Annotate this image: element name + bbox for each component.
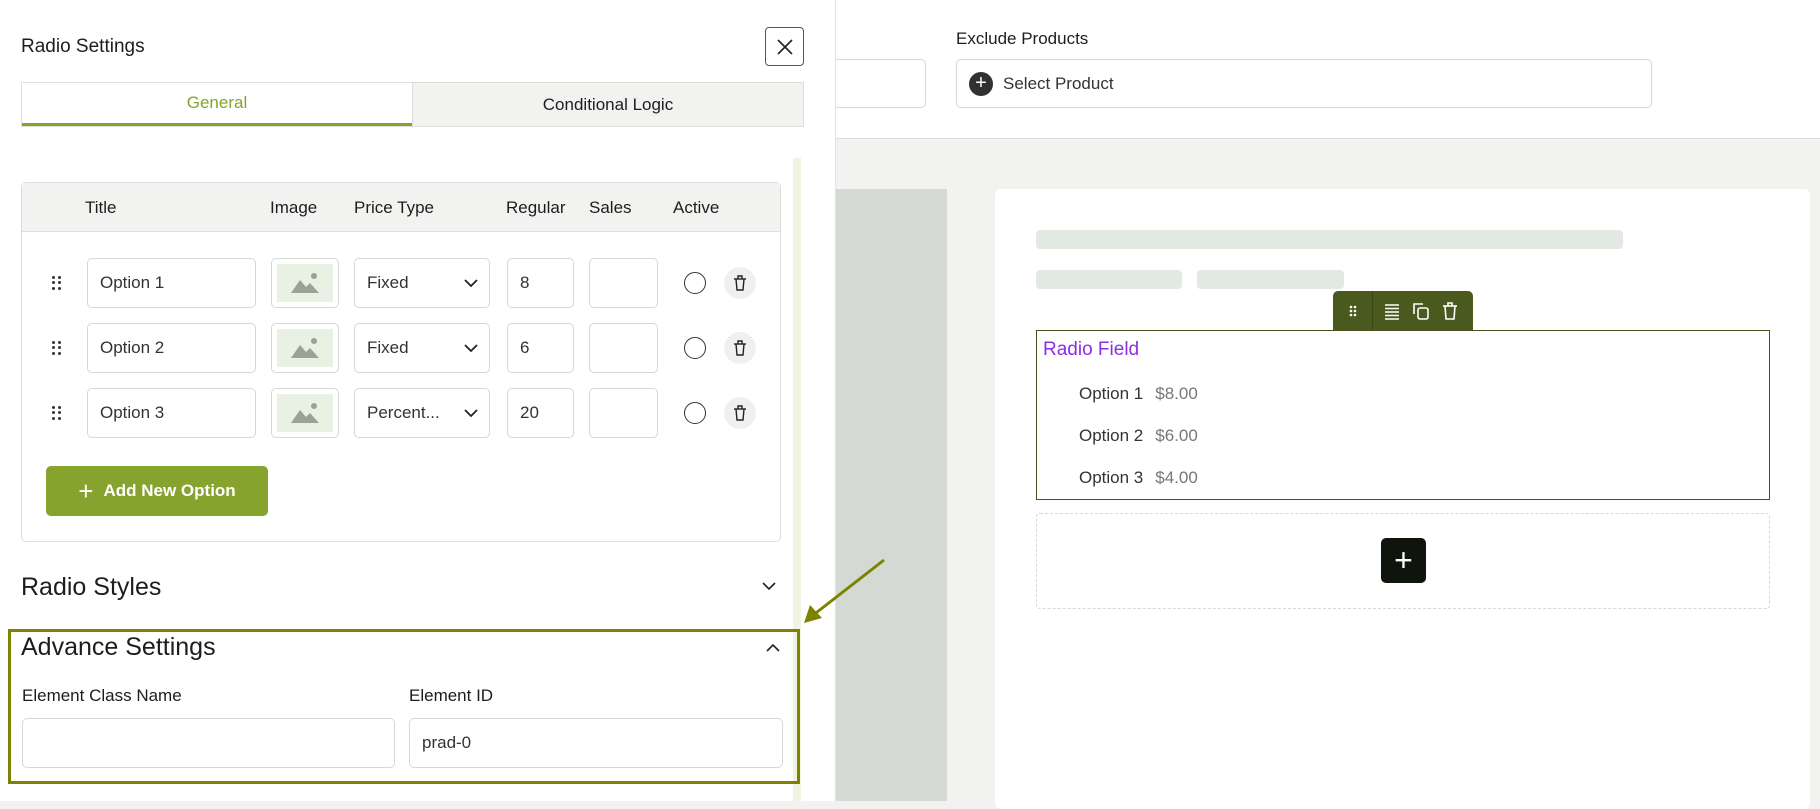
- row-drag-handle-icon[interactable]: [52, 341, 62, 355]
- delete-option-button[interactable]: [724, 267, 756, 299]
- sales-price-input[interactable]: [589, 388, 658, 438]
- option-image-picker[interactable]: [271, 388, 339, 438]
- image-icon: [291, 403, 319, 423]
- option-price: $6.00: [1155, 426, 1198, 445]
- chevron-down-icon: [464, 409, 478, 418]
- price-type-select[interactable]: Fixed: [354, 258, 490, 308]
- element-id-label: Element ID: [409, 686, 494, 705]
- class-name-input[interactable]: [22, 718, 395, 768]
- price-type-select[interactable]: Fixed: [354, 323, 490, 373]
- tab-general[interactable]: General: [22, 83, 412, 126]
- option-label: Option 2: [1079, 426, 1144, 445]
- row-drag-handle-icon[interactable]: [52, 276, 62, 290]
- top-settings-bar: Exclude Products + Select Product: [816, 0, 1820, 139]
- sales-price-input[interactable]: [589, 258, 658, 308]
- preview-option[interactable]: Option 3 $4.00: [1079, 468, 1198, 488]
- skeleton-bar: [1036, 230, 1623, 249]
- chevron-down-icon: [464, 279, 478, 288]
- trash-icon[interactable]: [1441, 301, 1459, 321]
- settings-lines-icon[interactable]: [1383, 302, 1401, 320]
- add-option-label: Add New Option: [103, 481, 236, 500]
- preview-option[interactable]: Option 1 $8.00: [1079, 384, 1198, 404]
- option-label: Option 1: [1079, 384, 1144, 403]
- exclude-products-label: Exclude Products: [956, 29, 1089, 48]
- radio-field-title: Radio Field: [1043, 339, 1140, 360]
- price-type-value: Fixed: [367, 338, 409, 357]
- trash-icon: [734, 405, 746, 421]
- duplicate-icon[interactable]: [1411, 301, 1431, 321]
- option-price: $4.00: [1155, 468, 1198, 487]
- trash-icon: [734, 340, 746, 356]
- active-radio[interactable]: [684, 402, 706, 424]
- header-image: Image: [270, 198, 318, 217]
- close-button[interactable]: [765, 27, 804, 66]
- option-image-picker[interactable]: [271, 323, 339, 373]
- advance-settings-header[interactable]: Advance Settings: [21, 633, 216, 662]
- tabs: General Conditional Logic: [21, 82, 804, 127]
- panel-title: Radio Settings: [21, 36, 145, 57]
- field-toolbar: [1333, 291, 1473, 331]
- add-new-option-button[interactable]: + Add New Option: [46, 466, 268, 516]
- header-sales: Sales: [589, 198, 632, 217]
- plus-icon: +: [78, 475, 94, 506]
- select-product-text: Select Product: [1003, 73, 1114, 93]
- trash-icon: [734, 275, 746, 291]
- add-field-button[interactable]: +: [1381, 538, 1426, 583]
- row-drag-handle-icon[interactable]: [52, 406, 62, 420]
- option-title-input[interactable]: Option 3: [87, 388, 256, 438]
- image-icon: [291, 338, 319, 358]
- drag-handle-icon[interactable]: [1333, 291, 1373, 331]
- header-title: Title: [85, 198, 117, 217]
- delete-option-button[interactable]: [724, 332, 756, 364]
- option-label: Option 3: [1079, 468, 1144, 487]
- option-image-picker[interactable]: [271, 258, 339, 308]
- header-active: Active: [673, 198, 720, 217]
- price-type-value: Fixed: [367, 273, 409, 292]
- active-radio[interactable]: [684, 272, 706, 294]
- annotation-arrow-icon: [804, 558, 885, 623]
- close-icon: [776, 38, 793, 55]
- regular-price-input[interactable]: 20: [507, 388, 574, 438]
- delete-option-button[interactable]: [724, 397, 756, 429]
- chevron-down-icon: [464, 344, 478, 353]
- chevron-down-icon[interactable]: [761, 580, 777, 592]
- regular-price-input[interactable]: 8: [507, 258, 574, 308]
- skeleton-bar: [1197, 270, 1344, 289]
- price-type-value: Percent...: [367, 403, 440, 422]
- select-product-field[interactable]: + Select Product: [956, 59, 1652, 108]
- element-id-input[interactable]: prad-0: [409, 718, 783, 768]
- canvas-sidebar: [836, 189, 947, 801]
- header-regular: Regular: [506, 198, 566, 217]
- radio-styles-header[interactable]: Radio Styles: [21, 573, 161, 602]
- option-title-input[interactable]: Option 1: [87, 258, 256, 308]
- image-icon: [291, 273, 319, 293]
- plus-icon: +: [1394, 542, 1413, 578]
- sales-price-input[interactable]: [589, 323, 658, 373]
- chevron-up-icon[interactable]: [765, 642, 781, 654]
- tab-conditional-logic[interactable]: Conditional Logic: [412, 83, 803, 126]
- header-price-type: Price Type: [354, 198, 435, 217]
- active-radio[interactable]: [684, 337, 706, 359]
- price-type-select[interactable]: Percent...: [354, 388, 490, 438]
- option-title-input[interactable]: Option 2: [87, 323, 256, 373]
- skeleton-bar: [1036, 270, 1182, 289]
- regular-price-input[interactable]: 6: [507, 323, 574, 373]
- radio-settings-panel: Radio Settings General Conditional Logic…: [0, 0, 836, 801]
- option-price: $8.00: [1155, 384, 1198, 403]
- plus-circle-icon: +: [969, 71, 993, 96]
- preview-option[interactable]: Option 2 $6.00: [1079, 426, 1198, 446]
- class-name-label: Element Class Name: [22, 686, 182, 705]
